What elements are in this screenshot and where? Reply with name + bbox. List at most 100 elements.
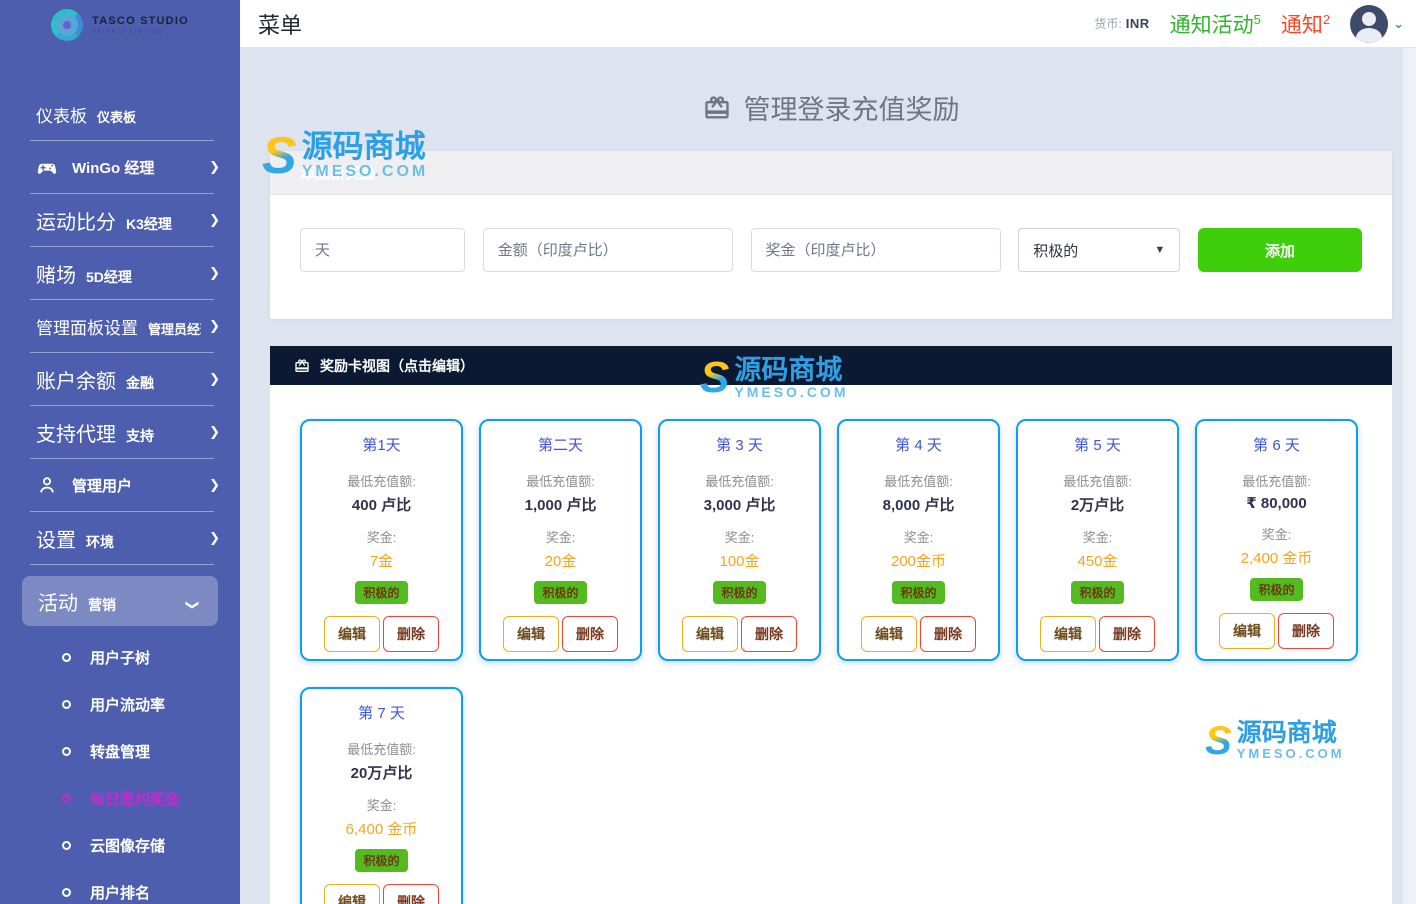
chevron-right-icon: ❯	[201, 530, 220, 546]
notification-count: 2	[1323, 12, 1330, 27]
bonus-input[interactable]	[751, 228, 1001, 272]
sidebar-item-8[interactable]: 设置 环境 ❯	[0, 512, 240, 564]
bonus-label: 奖金:	[725, 527, 755, 546]
edit-button[interactable]: 编辑	[324, 884, 380, 904]
edit-button[interactable]: 编辑	[503, 616, 559, 652]
chevron-right-icon: ❯	[201, 318, 220, 334]
status-badge: 积极的	[892, 581, 944, 604]
brand-logo-icon	[51, 9, 83, 41]
cards-grid: 第1天 最低充值额: 400 卢比 奖金: 7金 积极的 编辑 删除 第二天 最…	[300, 419, 1362, 904]
scrollbar-track[interactable]	[1403, 48, 1416, 904]
sidebar-item-sublabel: 营销	[88, 595, 116, 615]
status-select[interactable]: 积极的 ▼	[1018, 228, 1180, 272]
caret-down-icon: ▼	[1154, 244, 1165, 256]
sidebar-item-sublabel: K3经理	[126, 214, 172, 234]
min-recharge-label: 最低充值额:	[347, 739, 416, 758]
circle-bullet-icon	[62, 747, 71, 756]
brand-logo[interactable]: TASCO STUDIO PRIVATE LIMITED	[0, 0, 240, 46]
min-recharge-value: 400 卢比	[352, 494, 411, 515]
circle-bullet-icon	[62, 794, 71, 803]
reward-card-day: 第 7 天	[358, 702, 405, 723]
delete-button[interactable]: 删除	[1099, 616, 1155, 652]
sidebar-subitem-label: 转盘管理	[90, 741, 150, 762]
reward-card-day: 第二天	[538, 434, 583, 455]
reward-card-5[interactable]: 第 5 天 最低充值额: 2万卢比 奖金: 450金 积极的 编辑 删除	[1016, 419, 1179, 661]
bonus-value: 100金	[719, 550, 759, 571]
edit-button[interactable]: 编辑	[682, 616, 738, 652]
menu-toggle[interactable]: 菜单	[258, 8, 302, 40]
sidebar-subitem-4[interactable]: 云图像存储	[0, 822, 240, 869]
day-input[interactable]	[300, 228, 465, 272]
sidebar-subitem-label: 每日签约奖金	[90, 788, 180, 809]
currency-indicator: 货币:INR	[1094, 15, 1149, 32]
sidebar-item-2[interactable]: 运动比分 K3经理 ❯	[0, 194, 240, 246]
sidebar-item-label: 赌场	[36, 259, 76, 288]
sidebar-subitem-5[interactable]: 用户排名	[0, 869, 240, 904]
delete-button[interactable]: 删除	[383, 616, 439, 652]
reward-card-7[interactable]: 第 7 天 最低充值额: 20万卢比 奖金: 6,400 金币 积极的 编辑 删…	[300, 687, 463, 904]
reward-card-day: 第 5 天	[1074, 434, 1121, 455]
delete-button[interactable]: 删除	[1278, 613, 1334, 649]
min-recharge-label: 最低充值额:	[526, 471, 595, 490]
sidebar-subitem-3[interactable]: 每日签约奖金	[0, 775, 240, 822]
edit-button[interactable]: 编辑	[861, 616, 917, 652]
reward-card-day: 第 4 天	[895, 434, 942, 455]
reward-cards-panel: 奖励卡视图（点击编辑） 第1天 最低充值额: 400 卢比 奖金: 7金 积极的…	[270, 346, 1392, 904]
sidebar-item-4[interactable]: 管理面板设置 管理员经理 ❯	[0, 300, 240, 352]
delete-button[interactable]: 删除	[562, 616, 618, 652]
reward-card-1[interactable]: 第1天 最低充值额: 400 卢比 奖金: 7金 积极的 编辑 删除	[300, 419, 463, 661]
min-recharge-label: 最低充值额:	[705, 471, 774, 490]
reward-card-2[interactable]: 第二天 最低充值额: 1,000 卢比 奖金: 20金 积极的 编辑 删除	[479, 419, 642, 661]
sidebar-subitem-1[interactable]: 用户流动率	[0, 681, 240, 728]
add-button[interactable]: 添加	[1198, 228, 1362, 272]
sidebar-subitem-0[interactable]: 用户子树	[0, 634, 240, 681]
sidebar-subitem-2[interactable]: 转盘管理	[0, 728, 240, 775]
status-badge: 积极的	[713, 581, 765, 604]
reward-card-4[interactable]: 第 4 天 最低充值额: 8,000 卢比 奖金: 200金币 积极的 编辑 删…	[837, 419, 1000, 661]
sidebar-item-label: 支持代理	[36, 418, 116, 447]
sidebar-nav: 仪表板 仪表板 WinGo 经理 ❯ 运动比分 K3经理 ❯ 赌场 5D经理 ❯	[0, 88, 240, 626]
delete-button[interactable]: 删除	[920, 616, 976, 652]
sidebar-subitem-label: 用户排名	[90, 882, 150, 903]
reward-card-3[interactable]: 第 3 天 最低充值额: 3,000 卢比 奖金: 100金 积极的 编辑 删除	[658, 419, 821, 661]
status-badge: 积极的	[534, 581, 586, 604]
min-recharge-label: 最低充值额:	[1242, 471, 1311, 490]
reward-cards-body: 第1天 最低充值额: 400 卢比 奖金: 7金 积极的 编辑 删除 第二天 最…	[270, 385, 1392, 904]
add-reward-form: 积极的 ▼ 添加	[270, 195, 1392, 319]
circle-bullet-icon	[62, 700, 71, 709]
gift-icon	[703, 94, 731, 122]
notification-activity-link[interactable]: 通知活动5	[1170, 9, 1261, 39]
user-menu[interactable]: ⌄	[1350, 5, 1404, 43]
bonus-value: 2,400 金币	[1241, 547, 1313, 568]
sidebar-item-sublabel: 5D经理	[86, 267, 132, 287]
min-recharge-value: 8,000 卢比	[883, 494, 955, 515]
sidebar-item-label: 仪表板	[36, 102, 87, 127]
chevron-down-icon: ❯	[185, 592, 201, 611]
sidebar-item-5[interactable]: 账户余额 金融 ❯	[0, 353, 240, 405]
edit-button[interactable]: 编辑	[1040, 616, 1096, 652]
edit-button[interactable]: 编辑	[1219, 613, 1275, 649]
reward-card-6[interactable]: 第 6 天 最低充值额: ₹ 80,000 奖金: 2,400 金币 积极的 编…	[1195, 419, 1358, 661]
notification-link[interactable]: 通知2	[1281, 9, 1330, 39]
delete-button[interactable]: 删除	[383, 884, 439, 904]
sidebar-item-9[interactable]: 活动 营销 ❯	[22, 576, 218, 626]
sidebar-item-7[interactable]: 管理用户 ❯	[0, 459, 240, 511]
reward-card-day: 第 6 天	[1253, 434, 1300, 455]
circle-bullet-icon	[62, 888, 71, 897]
sidebar-item-sublabel: 环境	[86, 532, 114, 552]
sidebar-item-sublabel: 支持	[126, 426, 154, 446]
main-content: 管理登录充值奖励 添加新奖励 积极的 ▼ 添加 奖励卡视图（点击编辑）	[240, 48, 1416, 904]
bonus-label: 奖金:	[1083, 527, 1113, 546]
delete-button[interactable]: 删除	[741, 616, 797, 652]
sidebar-item-6[interactable]: 支持代理 支持 ❯	[0, 406, 240, 458]
sidebar-item-3[interactable]: 赌场 5D经理 ❯	[0, 247, 240, 299]
sidebar-item-sublabel: 管理员经理	[148, 319, 201, 338]
sidebar-divider	[30, 564, 214, 565]
bonus-label: 奖金:	[367, 527, 397, 546]
amount-input[interactable]	[483, 228, 733, 272]
sidebar-item-1[interactable]: WinGo 经理 ❯	[0, 141, 240, 193]
edit-button[interactable]: 编辑	[324, 616, 380, 652]
sidebar-item-0[interactable]: 仪表板 仪表板	[0, 88, 240, 140]
chevron-right-icon: ❯	[201, 477, 220, 493]
sidebar-item-label: 运动比分	[36, 206, 116, 235]
